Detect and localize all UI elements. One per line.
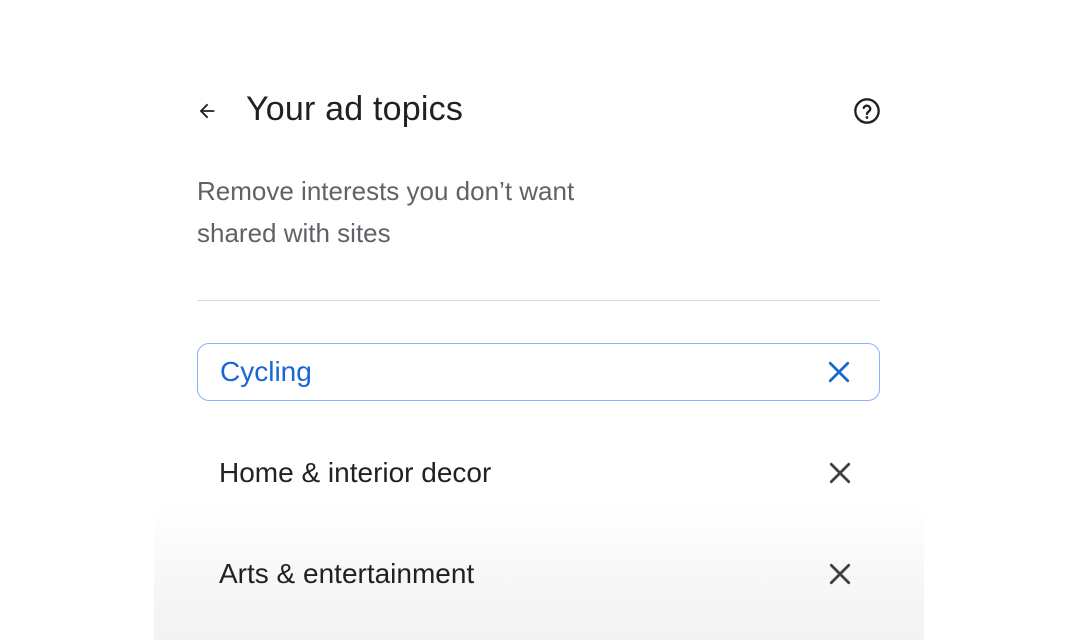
topic-label: Cycling — [220, 356, 312, 387]
remove-topic-button[interactable] — [819, 352, 859, 392]
page-description: Remove interests you don’t want shared w… — [197, 170, 677, 254]
close-icon — [829, 563, 851, 585]
close-icon — [828, 361, 850, 383]
close-icon — [829, 462, 851, 484]
help-circle-icon — [854, 98, 880, 124]
remove-topic-button[interactable] — [820, 453, 860, 493]
back-button[interactable] — [190, 94, 224, 128]
topic-label: Home & interior decor — [219, 457, 492, 488]
page-header: Your ad topics — [190, 84, 890, 140]
section-divider — [197, 300, 880, 301]
help-button[interactable] — [850, 94, 884, 128]
topic-row-home-interior-decor[interactable]: Home & interior decor — [197, 444, 880, 502]
topic-row-arts-entertainment[interactable]: Arts & entertainment — [197, 545, 880, 603]
topic-label: Arts & entertainment — [219, 558, 475, 589]
page-title: Your ad topics — [246, 90, 464, 128]
topic-row-cycling[interactable]: Cycling — [197, 343, 880, 401]
remove-topic-button[interactable] — [820, 554, 860, 594]
arrow-back-icon — [199, 103, 215, 119]
ad-topics-page: Your ad topics Remove interests you don’… — [0, 0, 1080, 640]
description-line-2: shared with sites — [197, 218, 391, 248]
description-line-1: Remove interests you don’t want — [197, 176, 575, 206]
